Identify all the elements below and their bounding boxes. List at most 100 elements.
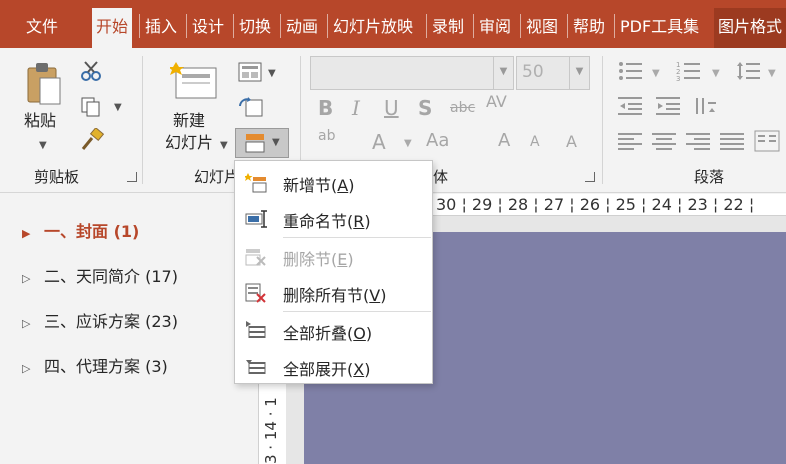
chevron-down-icon[interactable]: ▼ (768, 68, 776, 79)
section-item[interactable]: ▷ 二、天同简介 (17) (22, 263, 178, 287)
chevron-down-icon[interactable]: ▼ (404, 138, 412, 149)
group-separator (602, 56, 603, 184)
section-item[interactable]: ▷ 三、应诉方案 (23) (22, 308, 178, 332)
cut-icon[interactable] (80, 60, 102, 86)
tab-separator (473, 14, 474, 38)
caret-right-icon[interactable]: ▶ (22, 227, 44, 240)
bold-icon[interactable]: B (318, 96, 333, 120)
menu-item-add-section[interactable]: 新增节(A) (235, 165, 432, 201)
tab-insert[interactable]: 插入 (141, 8, 181, 48)
menu-item-label: 新增节(A) (283, 176, 355, 195)
section-item[interactable]: ▷ 四、代理方案 (3) (22, 353, 168, 377)
menu-item-delete-all-sections[interactable]: 删除所有节(V) (235, 275, 432, 311)
paste-icon[interactable] (26, 60, 62, 112)
numbering-icon[interactable]: 123 (676, 60, 702, 86)
svg-text:3: 3 (676, 75, 680, 82)
tab-record[interactable]: 录制 (428, 8, 468, 48)
tab-view[interactable]: 视图 (522, 8, 562, 48)
align-right-icon[interactable] (686, 132, 710, 156)
format-painter-icon[interactable] (80, 127, 105, 156)
font-name-combo[interactable]: ▼ (310, 56, 514, 90)
new-slide-label[interactable]: 新建 幻灯片 (160, 110, 218, 154)
horizontal-ruler-numbers: 30 ¦ 29 ¦ 28 ¦ 27 ¦ 26 ¦ 25 ¦ 24 ¦ 23 ¦ … (436, 195, 755, 214)
new-slide-icon[interactable] (168, 60, 220, 106)
menu-item-text: 重命名节 (283, 212, 348, 231)
ribbon-tab-bar: 文件 开始 插入 设计 切换 动画 幻灯片放映 录制 审阅 视图 帮助 PDF工… (0, 0, 786, 48)
chevron-down-icon[interactable]: ▼ (220, 140, 228, 151)
copy-icon[interactable] (80, 96, 102, 122)
character-spacing-icon[interactable]: AV (486, 92, 507, 111)
tab-review[interactable]: 审阅 (475, 8, 515, 48)
caret-right-icon[interactable]: ▷ (22, 317, 44, 330)
menu-item-accelerator: R (353, 212, 365, 231)
text-direction-icon[interactable] (694, 96, 718, 120)
increase-indent-icon[interactable] (656, 96, 680, 120)
change-case-icon[interactable]: ab (318, 128, 335, 144)
tab-animations[interactable]: 动画 (282, 8, 322, 48)
add-section-icon (245, 173, 267, 193)
italic-icon[interactable]: I (352, 96, 360, 120)
menu-item-accelerator: V (369, 286, 381, 305)
align-center-icon[interactable] (652, 132, 676, 156)
clipboard-group-label: 剪贴板 (34, 168, 80, 186)
chevron-down-icon[interactable]: ▼ (114, 102, 122, 113)
dialog-launcher-icon[interactable] (127, 172, 137, 182)
dialog-launcher-icon[interactable] (585, 172, 595, 182)
chevron-down-icon[interactable]: ▼ (712, 68, 720, 79)
clear-formatting-icon[interactable]: A (566, 132, 577, 151)
menu-item-accelerator: O (353, 324, 366, 343)
delete-section-icon (245, 249, 266, 266)
chevron-down-icon[interactable]: ▼ (268, 68, 276, 79)
text-shadow-icon[interactable]: S (418, 96, 432, 120)
reset-icon[interactable] (238, 96, 264, 122)
menu-item-delete-section: 删除节(E) (235, 239, 432, 275)
menu-item-label: 全部折叠(O) (283, 324, 373, 343)
chevron-down-icon[interactable]: ▼ (569, 57, 589, 89)
tab-design[interactable]: 设计 (188, 8, 228, 48)
tab-pdf-tools[interactable]: PDF工具集 (616, 8, 703, 48)
menu-item-expand-all[interactable]: 全部展开(X) (235, 349, 432, 385)
tab-separator (233, 14, 234, 38)
menu-item-label: 全部展开(X) (283, 360, 371, 379)
tab-picture-format[interactable]: 图片格式 (714, 8, 786, 48)
justify-icon[interactable] (720, 132, 744, 156)
menu-item-label: 删除节(E) (283, 250, 354, 269)
tab-separator (280, 14, 281, 38)
chevron-down-icon[interactable]: ▼ (652, 68, 660, 79)
section-button[interactable]: ▼ (235, 128, 289, 158)
tab-transitions[interactable]: 切换 (235, 8, 275, 48)
section-label: 四、代理方案 (3) (44, 357, 168, 376)
caret-right-icon[interactable]: ▷ (22, 272, 44, 285)
increase-font-icon[interactable]: A (498, 130, 510, 151)
tab-help[interactable]: 帮助 (569, 8, 609, 48)
section-item[interactable]: ▶ 一、封面 (1) (22, 218, 139, 242)
layout-icon[interactable] (238, 62, 262, 86)
chevron-down-icon[interactable]: ▼ (493, 57, 513, 89)
change-case-aa-icon[interactable]: Aa (426, 130, 449, 151)
align-left-icon[interactable] (618, 132, 642, 156)
bullets-icon[interactable] (618, 60, 644, 86)
strikethrough-icon[interactable]: abc (450, 100, 475, 116)
menu-item-text: 新增节 (283, 176, 332, 195)
tab-separator (426, 14, 427, 38)
paste-label[interactable]: 粘贴 (24, 110, 56, 132)
tab-file[interactable]: 文件 (22, 8, 62, 48)
line-spacing-icon[interactable] (736, 60, 762, 86)
tab-slideshow[interactable]: 幻灯片放映 (329, 8, 417, 48)
menu-item-rename-section[interactable]: 重命名节(R) (235, 201, 432, 237)
caret-right-icon[interactable]: ▷ (22, 362, 44, 375)
underline-icon[interactable]: U (384, 96, 399, 120)
menu-item-collapse-all[interactable]: 全部折叠(O) (235, 313, 432, 349)
columns-icon[interactable] (754, 130, 780, 156)
section-menu: 新增节(A) 重命名节(R) 删除节(E) 删除所有节(V) 全部折叠(O) 全… (234, 160, 433, 384)
menu-item-text: 全部展开 (283, 360, 348, 379)
decrease-indent-icon[interactable] (618, 96, 642, 120)
tab-separator (327, 14, 328, 38)
decrease-font-icon[interactable]: A (530, 134, 540, 150)
chevron-down-icon[interactable]: ▼ (39, 140, 47, 151)
font-color-icon[interactable]: A (372, 130, 386, 154)
tab-home[interactable]: 开始 (92, 8, 133, 48)
menu-separator (283, 311, 431, 312)
group-separator (142, 56, 143, 184)
font-size-combo[interactable]: 50 ▼ (516, 56, 590, 90)
